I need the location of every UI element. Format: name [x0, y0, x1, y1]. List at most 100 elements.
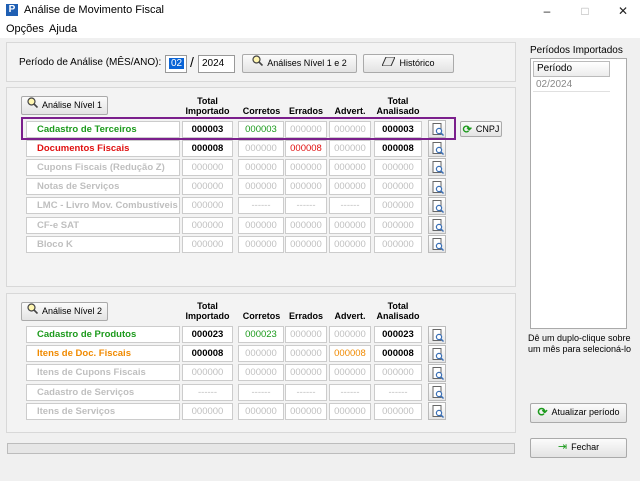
analise-nivel1-label: Análise Nível 1 [41, 100, 103, 110]
document-view-button[interactable] [428, 196, 446, 215]
document-view-button[interactable] [428, 235, 446, 254]
document-search-icon [432, 405, 444, 419]
header2-total-analisado-line2: Analisado [376, 311, 420, 321]
table-cell: 000000 [285, 178, 327, 196]
cnpj-label: CNPJ [475, 124, 500, 134]
document-view-button[interactable] [428, 344, 446, 363]
document-search-icon [432, 142, 444, 156]
table-cell: 000023 [182, 326, 233, 343]
analise-nivel2-button[interactable]: Análise Nível 2 [21, 302, 108, 321]
month-input[interactable]: 02 [165, 55, 187, 73]
table-row-label[interactable]: Cupons Fiscais (Redução Z) [26, 158, 180, 176]
table-row-label[interactable]: LMC - Livro Mov. Combustíveis [26, 197, 180, 215]
title-bar: P Análise de Movimento Fiscal – □ ✕ [0, 0, 640, 22]
document-search-icon [432, 238, 444, 252]
table-cell: ------ [238, 197, 284, 215]
table-cell: 000000 [285, 235, 327, 253]
close-button[interactable]: ✕ [608, 3, 638, 19]
header-errados: Errados [288, 106, 323, 116]
atualizar-periodo-button[interactable]: ⟳ Atualizar período [530, 403, 627, 423]
month-value: 02 [169, 58, 185, 69]
table-cell: 000000 [329, 139, 371, 157]
table-cell: 000000 [329, 326, 371, 343]
document-view-button[interactable] [428, 325, 446, 344]
header-total-analisado: Total Analisado [374, 96, 422, 116]
list-item[interactable]: 02/2024 [533, 78, 610, 92]
document-view-button[interactable] [428, 402, 446, 421]
table-cell: 000000 [374, 158, 422, 176]
table-cell: 000008 [182, 139, 233, 157]
table-cell: 000000 [374, 216, 422, 234]
maximize-button[interactable]: □ [570, 3, 600, 19]
document-view-button[interactable] [428, 383, 446, 402]
analises-button[interactable]: Análises Nível 1 e 2 [242, 54, 357, 73]
menu-ajuda[interactable]: Ajuda [49, 23, 77, 35]
header2-advert: Advert. [334, 311, 366, 321]
analise-nivel2-label: Análise Nível 2 [41, 306, 103, 316]
table-cell: 000000 [329, 364, 371, 382]
document-view-button[interactable] [428, 216, 446, 234]
table-cell: 000008 [182, 345, 233, 363]
table-cell: 000000 [238, 139, 284, 157]
table-cell: 000000 [374, 197, 422, 215]
header2-total-analisado: Total Analisado [374, 301, 422, 321]
year-input[interactable]: 2024 [198, 55, 235, 73]
document-view-button[interactable] [428, 363, 446, 382]
table-row-label[interactable]: Bloco K [26, 235, 180, 253]
cnpj-button[interactable]: ⟳ CNPJ [460, 121, 502, 137]
period-separator: / [190, 54, 194, 70]
magnifier-icon [27, 97, 39, 114]
periodos-list[interactable]: Período 02/2024 [530, 58, 627, 329]
table-cell: 000000 [285, 345, 327, 363]
table-cell: ------ [374, 383, 422, 401]
table-cell: 000000 [374, 402, 422, 420]
header2-total-importado-line2: Importado [185, 311, 230, 321]
table-row-label[interactable]: Itens de Cupons Fiscais [26, 364, 180, 382]
table-cell: 000000 [182, 197, 233, 215]
table-cell: 000000 [238, 158, 284, 176]
table-cell: 000023 [238, 326, 284, 343]
table-cell: 000000 [285, 216, 327, 234]
table-row-label[interactable]: Itens de Doc. Fiscais [26, 345, 180, 363]
header2-corretos: Corretos [242, 311, 281, 321]
table-cell: 000008 [285, 139, 327, 157]
table-cell: 000000 [285, 364, 327, 382]
document-view-button[interactable] [428, 139, 446, 158]
header-corretos: Corretos [242, 106, 281, 116]
window-title: Análise de Movimento Fiscal [24, 4, 165, 16]
header-advert: Advert. [334, 106, 366, 116]
refresh-icon: ⟳ [462, 123, 472, 136]
table-row-label[interactable]: Itens de Serviços [26, 402, 180, 420]
table-cell: 000000 [182, 235, 233, 253]
historico-label: Histórico [399, 58, 435, 68]
table-row-label[interactable]: Documentos Fiscais [26, 139, 180, 157]
header-total-importado-line1: Total [197, 96, 218, 106]
historico-button[interactable]: Histórico [363, 54, 454, 73]
table-row-label[interactable]: CF-e SAT [26, 216, 180, 234]
fechar-label: Fechar [571, 442, 600, 452]
document-search-icon [432, 219, 444, 232]
periodo-label: Período de Análise (MÊS/ANO): [19, 57, 162, 68]
header2-errados: Errados [288, 311, 323, 321]
table-cell: 000008 [329, 345, 371, 363]
table-row-label[interactable]: Cadastro de Produtos [26, 326, 180, 343]
magnifier-icon [252, 55, 264, 72]
header-total-analisado-line2: Analisado [376, 106, 420, 116]
menu-bar: Opções Ajuda [0, 22, 640, 38]
analise-nivel1-button[interactable]: Análise Nível 1 [21, 96, 108, 115]
analises-label: Análises Nível 1 e 2 [267, 58, 347, 68]
table-row-label[interactable]: Notas de Serviços [26, 178, 180, 196]
document-view-button[interactable] [428, 177, 446, 196]
document-search-icon [432, 180, 444, 194]
document-search-icon [432, 366, 444, 380]
table-cell: 000000 [285, 158, 327, 176]
document-view-button[interactable] [428, 158, 446, 177]
menu-opcoes[interactable]: Opções [6, 23, 44, 35]
fechar-button[interactable]: ⇥ Fechar [530, 438, 627, 458]
table-cell: 000000 [238, 345, 284, 363]
refresh-icon: ⟳ [537, 405, 548, 420]
periodos-column-header[interactable]: Período [533, 61, 610, 77]
minimize-button[interactable]: – [532, 3, 562, 19]
table-row-label[interactable]: Cadastro de Serviços [26, 383, 180, 401]
table-cell: ------ [182, 383, 233, 401]
